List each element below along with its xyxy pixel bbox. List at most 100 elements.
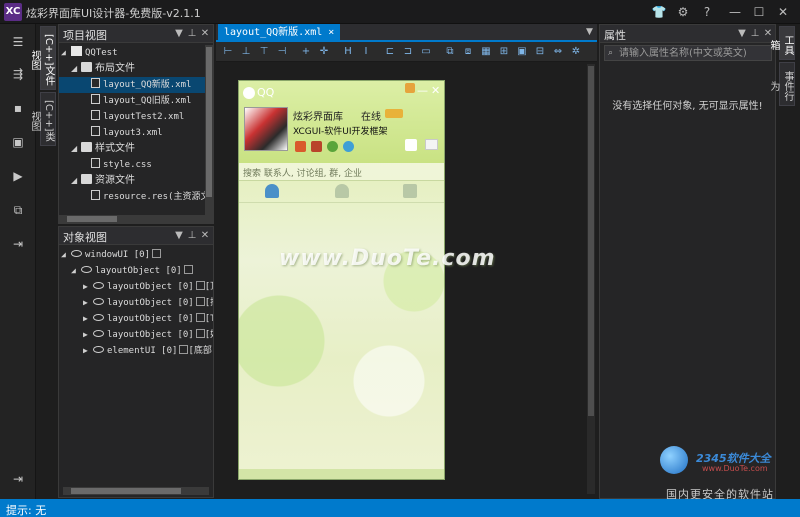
pin-icon[interactable]: ⊥ (749, 27, 761, 40)
expand-arrow-icon[interactable]: ◢ (61, 45, 71, 61)
minimize-icon[interactable]: — (726, 3, 744, 21)
expand-arrow-icon[interactable]: ◢ (71, 173, 81, 189)
expand-arrow-icon[interactable]: ◢ (71, 141, 81, 157)
align-center-icon[interactable]: ⊥ (240, 46, 252, 58)
horizontal-scrollbar[interactable] (59, 215, 205, 223)
dropdown-icon[interactable]: ▼ (173, 27, 185, 40)
recent-chats-tab-icon[interactable] (403, 184, 417, 198)
horizontal-scrollbar[interactable] (63, 487, 209, 495)
qq-search-bar[interactable]: 搜索 联系人, 讨论组, 群, 企业 (239, 163, 444, 181)
help-icon[interactable] (327, 141, 338, 152)
expand-arrow-icon[interactable]: ▶ (83, 343, 93, 359)
tab-toolbox[interactable]: 工具箱 (768, 26, 795, 60)
menu-icon[interactable]: ☰ (7, 32, 29, 52)
layout-icon[interactable]: ⊟ (534, 46, 546, 58)
vertical-scrollbar[interactable] (205, 45, 213, 223)
grid-icon[interactable]: ▦ (480, 46, 492, 58)
dropdown-icon[interactable]: ▼ (173, 229, 185, 242)
distribute-vertical-icon[interactable]: I (360, 46, 372, 58)
qzone-icon[interactable] (295, 141, 306, 152)
tree-item-object[interactable]: ▶layoutObject [0][顶部 (59, 279, 213, 295)
tree-item-object[interactable]: ▶layoutObject [0][搜 (59, 295, 213, 311)
eye-icon[interactable] (71, 250, 82, 257)
tab-layout-qq-new[interactable]: layout_QQ新版.xml × (218, 24, 341, 42)
qq-bottom-bar[interactable] (239, 469, 444, 479)
center-horizontal-icon[interactable]: + (300, 46, 312, 58)
snap-icon[interactable]: ⊞ (498, 46, 510, 58)
close-icon[interactable]: ✕ (762, 27, 774, 40)
preview-icon[interactable]: ⧉ (7, 200, 29, 220)
tree-item-file[interactable]: layout_QQ新版.xml (59, 77, 205, 93)
expand-arrow-icon[interactable]: ▶ (83, 327, 93, 343)
close-icon[interactable]: ✕ (199, 27, 211, 40)
expand-arrow-icon[interactable]: ▶ (83, 295, 93, 311)
tab-cpp-class-view[interactable]: [C++]类视图 (29, 92, 56, 146)
align-left-icon[interactable]: ⊢ (222, 46, 234, 58)
run-icon[interactable]: ▶ (7, 166, 29, 186)
scrollbar-thumb[interactable] (206, 47, 212, 197)
tree-item-folder[interactable]: ◢ 样式文件 (59, 141, 205, 157)
tree-item-folder[interactable]: ◢ 布局文件 (59, 61, 205, 77)
skin-shirt-icon[interactable]: 👕 (650, 3, 668, 21)
save-icon[interactable]: ▪ (7, 98, 29, 118)
eye-icon[interactable] (93, 298, 104, 305)
align-top-icon[interactable]: ⊤ (258, 46, 270, 58)
tree-item-file[interactable]: resource.res(主资源文 (59, 189, 205, 205)
tab-list-icon[interactable]: ▼ (586, 27, 593, 37)
vertical-scrollbar[interactable] (587, 64, 595, 494)
swap-icon[interactable]: ⇔ (552, 46, 564, 58)
edit-icon[interactable] (195, 297, 205, 306)
same-width-icon[interactable]: ⊏ (384, 46, 396, 58)
tree-item-file[interactable]: style.css (59, 157, 205, 173)
tree-item-file[interactable]: layout_QQ旧版.xml (59, 93, 205, 109)
export-icon[interactable]: ⇥ (7, 234, 29, 254)
close-icon[interactable]: ✕ (431, 84, 440, 97)
save-all-icon[interactable]: ▣ (7, 132, 29, 152)
mail-icon[interactable] (311, 141, 322, 152)
expand-arrow-icon[interactable]: ▶ (83, 279, 93, 295)
tree-item-object[interactable]: ▶elementUI [0][底部] (59, 343, 213, 359)
pin-icon[interactable]: ⊥ (186, 229, 198, 242)
shirt-icon[interactable] (405, 139, 417, 151)
tree-item-project[interactable]: ◢ QQTest (59, 45, 205, 61)
minimize-icon[interactable]: — (417, 84, 428, 97)
message-box-icon[interactable] (425, 139, 438, 150)
send-back-icon[interactable]: ⧈ (462, 46, 474, 58)
tree-item-object[interactable]: ◢ windowUI [0] (59, 247, 213, 263)
eye-icon[interactable] (93, 346, 104, 353)
align-right-icon[interactable]: ⊣ (276, 46, 288, 58)
property-search-input[interactable] (619, 46, 769, 60)
edit-icon[interactable] (183, 265, 193, 274)
groups-tab-icon[interactable] (335, 184, 349, 198)
close-icon[interactable]: × (328, 27, 334, 38)
qq-design-window[interactable]: QQ — ✕ 炫彩界面库 在线 XCGUI-软件UI开发框架 搜索 联系人, 讨… (238, 80, 495, 480)
tree-item-object[interactable]: ▶layoutObject [0][好 (59, 327, 213, 343)
edit-icon[interactable] (195, 313, 205, 322)
edit-icon[interactable] (195, 281, 205, 290)
avatar[interactable] (244, 107, 288, 151)
qq-header[interactable]: QQ — ✕ 炫彩界面库 在线 XCGUI-软件UI开发框架 (239, 81, 444, 163)
tree-item-folder[interactable]: ◢ 资源文件 (59, 173, 205, 189)
skin-icon[interactable] (405, 83, 415, 93)
edit-icon[interactable] (152, 249, 162, 258)
property-search-box[interactable]: ⌕ (604, 45, 772, 61)
qq-signature[interactable]: XCGUI-软件UI开发框架 (293, 124, 388, 137)
scrollbar-thumb[interactable] (71, 488, 181, 494)
qq-status[interactable]: 在线 (361, 108, 381, 123)
dropdown-icon[interactable]: ▼ (736, 27, 748, 40)
new-file-icon[interactable]: ⇶ (7, 64, 29, 84)
settings-icon[interactable]: ✲ (570, 46, 582, 58)
scrollbar-thumb[interactable] (67, 216, 117, 222)
expand-arrow-icon[interactable]: ◢ (71, 61, 81, 77)
close-icon[interactable]: ✕ (199, 229, 211, 242)
eye-icon[interactable] (81, 266, 92, 273)
close-icon[interactable]: ✕ (774, 3, 792, 21)
contacts-tab-icon[interactable] (265, 184, 279, 198)
same-size-icon[interactable]: ▭ (420, 46, 432, 58)
world-icon[interactable] (343, 141, 354, 152)
help-icon[interactable]: ? (698, 3, 716, 21)
expand-arrow-icon[interactable]: ◢ (61, 247, 71, 263)
tree-item-object[interactable]: ◢ layoutObject [0] (59, 263, 213, 279)
exit-icon[interactable]: ⇥ (7, 469, 29, 489)
pin-icon[interactable]: ⊥ (186, 27, 198, 40)
